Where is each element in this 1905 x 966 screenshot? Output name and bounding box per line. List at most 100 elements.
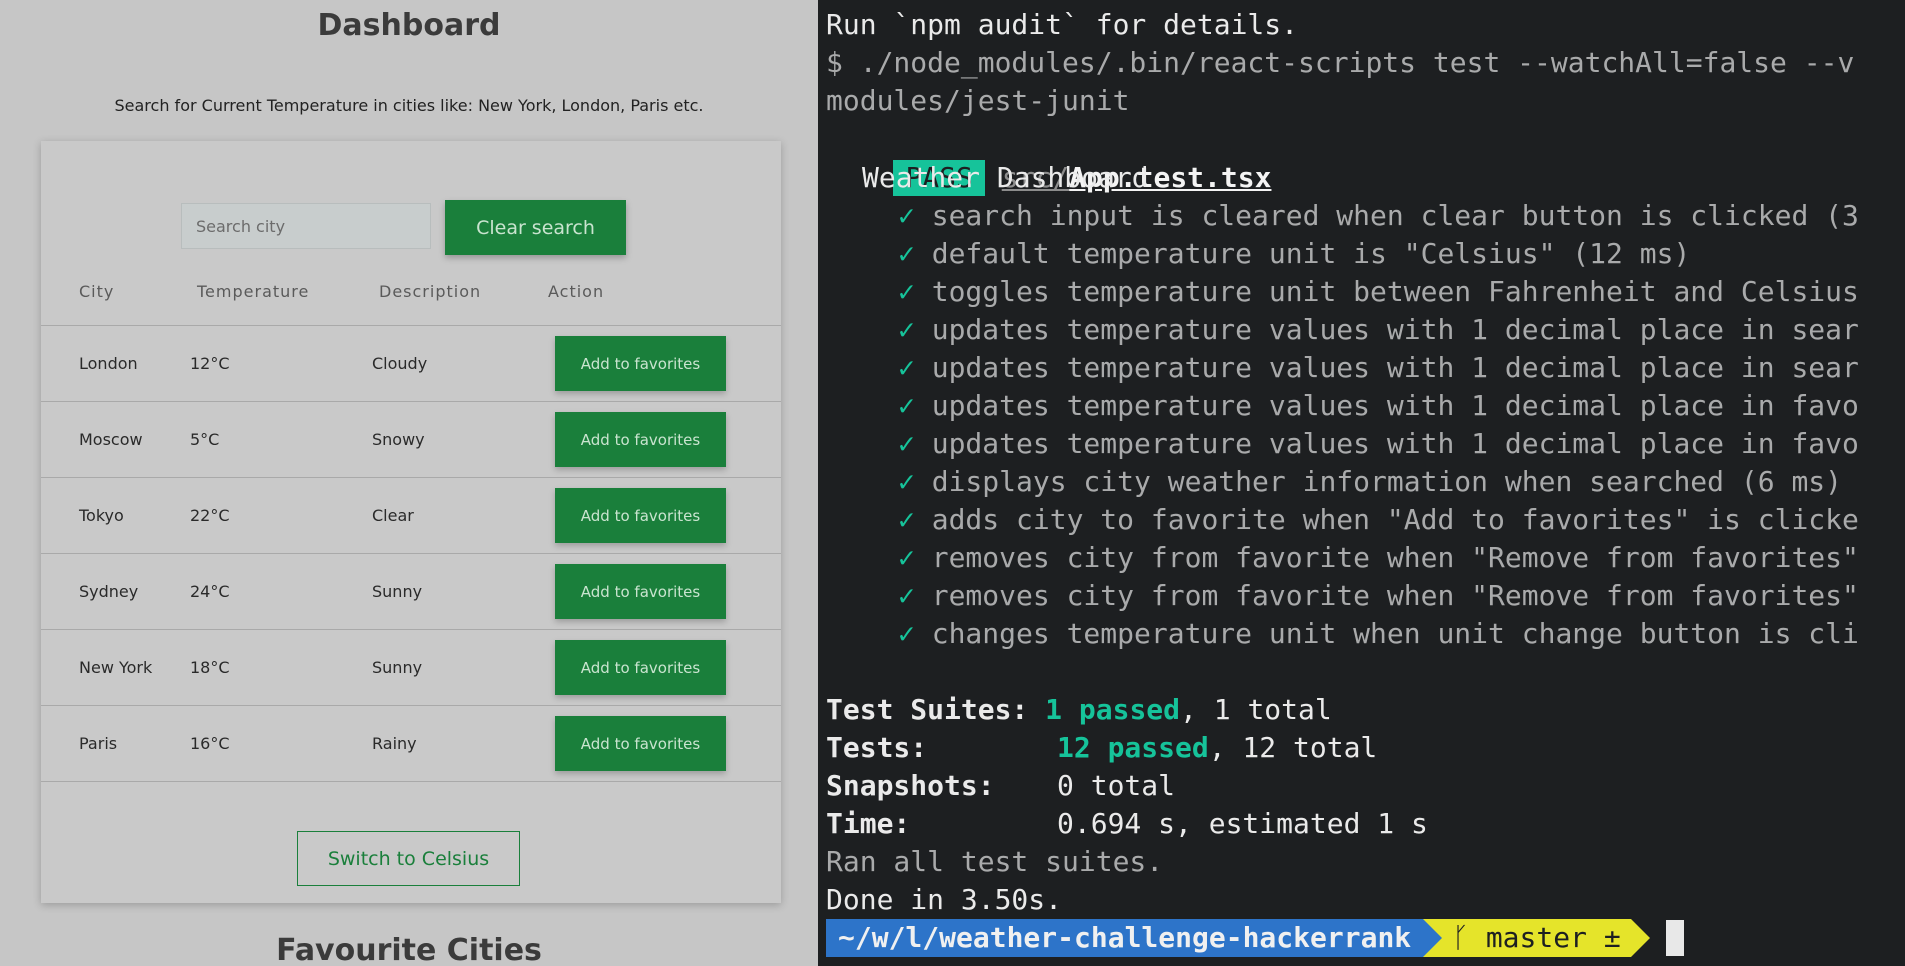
test-result-line: ✓ updates temperature values with 1 deci… (898, 387, 1859, 425)
temperature-cell: 5°C (190, 430, 220, 449)
test-result-line: ✓ updates temperature values with 1 deci… (898, 349, 1859, 387)
city-cell: Moscow (79, 430, 143, 449)
summary-label: Time: (826, 807, 911, 840)
header-description: Description (379, 282, 482, 301)
city-cell: London (79, 354, 138, 373)
description-cell: Rainy (372, 734, 417, 753)
prompt-end-icon (1630, 919, 1650, 957)
test-name: removes city from favorite when "Remove … (931, 541, 1859, 574)
test-result-line: ✓ search input is cleared when clear but… (898, 197, 1859, 235)
temperature-cell: 24°C (190, 582, 230, 601)
test-name: updates temperature values with 1 decima… (931, 351, 1859, 384)
check-icon: ✓ (898, 541, 915, 574)
summary-label: Tests: (826, 731, 928, 764)
add-to-favorites-button[interactable]: Add to favorites (555, 488, 726, 543)
favourite-cities-heading: Favourite Cities (276, 933, 542, 966)
add-to-favorites-button[interactable]: Add to favorites (555, 412, 726, 467)
suite-name: Weather Dashboard (862, 161, 1149, 194)
done-line: Done in 3.50s. (826, 883, 1063, 916)
summary-value: 0 total (1057, 769, 1176, 802)
table-row: Tokyo 22°C Clear Add to favorites (41, 478, 781, 554)
header-temperature: Temperature (197, 282, 310, 301)
test-name: adds city to favorite when "Add to favor… (931, 503, 1859, 536)
city-cell: Sydney (79, 582, 139, 601)
test-result-line: ✓ removes city from favorite when "Remov… (898, 539, 1859, 577)
summary-passed: 1 passed (1045, 693, 1181, 726)
check-icon: ✓ (898, 389, 915, 422)
summary-tests: Tests: 12 passed, 12 total (826, 729, 1377, 767)
terminal-window[interactable]: Run `npm audit` for details. $ ./node_mo… (818, 0, 1905, 966)
terminal-cursor[interactable] (1665, 920, 1684, 956)
shell-prompt: ~/w/l/weather-challenge-hackerrank ᚴ mas… (826, 919, 1684, 957)
check-icon: ✓ (898, 579, 915, 612)
test-name: updates temperature values with 1 decima… (931, 389, 1859, 422)
add-to-favorites-button[interactable]: Add to favorites (555, 564, 726, 619)
test-result-line: ✓ removes city from favorite when "Remov… (898, 577, 1859, 615)
description-cell: Sunny (372, 582, 423, 601)
weather-table: City Temperature Description Action Lond… (41, 271, 781, 782)
prompt-separator-icon (1423, 919, 1443, 957)
temperature-cell: 12°C (190, 354, 230, 373)
terminal-command-wrap: modules/jest-junit (826, 84, 1130, 117)
add-to-favorites-button[interactable]: Add to favorites (555, 336, 726, 391)
table-row: Sydney 24°C Sunny Add to favorites (41, 554, 781, 630)
summary-passed: 12 passed (1057, 731, 1209, 764)
city-cell: Paris (79, 734, 118, 753)
table-row: Paris 16°C Rainy Add to favorites (41, 706, 781, 782)
weather-dashboard-app: Dashboard Search for Current Temperature… (0, 0, 818, 966)
check-icon: ✓ (898, 465, 915, 498)
temperature-cell: 16°C (190, 734, 230, 753)
terminal-command-line: $ ./node_modules/.bin/react-scripts test… (826, 46, 1855, 79)
header-city: City (79, 282, 115, 301)
test-result-line: ✓ updates temperature values with 1 deci… (898, 311, 1859, 349)
city-cell: New York (79, 658, 153, 677)
temperature-cell: 18°C (190, 658, 230, 677)
temperature-cell: 22°C (190, 506, 230, 525)
test-result-line: ✓ toggles temperature unit between Fahre… (898, 273, 1859, 311)
summary-label: Snapshots: (826, 769, 995, 802)
header-action: Action (548, 282, 605, 301)
test-name: changes temperature unit when unit chang… (931, 617, 1859, 650)
prompt-git-segment: ᚴ master ± (1442, 919, 1631, 957)
search-input[interactable] (181, 203, 431, 249)
check-icon: ✓ (898, 275, 915, 308)
ran-all-line: Ran all test suites. (826, 845, 1164, 878)
summary-total: , 1 total (1180, 693, 1332, 726)
check-icon: ✓ (898, 617, 915, 650)
test-name: toggles temperature unit between Fahrenh… (931, 275, 1859, 308)
git-branch-name: master ± (1485, 921, 1621, 954)
summary-time: Time: 0.694 s, estimated 1 s (826, 805, 1428, 843)
description-cell: Sunny (372, 658, 423, 677)
test-name: search input is cleared when clear butto… (931, 199, 1859, 232)
check-icon: ✓ (898, 427, 915, 460)
description-cell: Clear (372, 506, 414, 525)
test-name: displays city weather information when s… (931, 465, 1843, 498)
table-header: City Temperature Description Action (41, 271, 781, 326)
test-result-line: ✓ displays city weather information when… (898, 463, 1842, 501)
weather-card: Clear search City Temperature Descriptio… (41, 141, 781, 903)
test-result-line: ✓ changes temperature unit when unit cha… (898, 615, 1859, 653)
summary-total: , 12 total (1208, 731, 1378, 764)
table-row: London 12°C Cloudy Add to favorites (41, 326, 781, 402)
check-icon: ✓ (898, 237, 915, 270)
check-icon: ✓ (898, 199, 915, 232)
prompt-path: ~/w/l/weather-challenge-hackerrank (826, 919, 1424, 957)
test-name: removes city from favorite when "Remove … (931, 579, 1859, 612)
summary-value: 0.694 s, estimated 1 s (1057, 807, 1428, 840)
add-to-favorites-button[interactable]: Add to favorites (555, 640, 726, 695)
check-icon: ✓ (898, 503, 915, 536)
page-title: Dashboard (317, 8, 501, 43)
switch-unit-button[interactable]: Switch to Celsius (297, 831, 520, 886)
check-icon: ✓ (898, 313, 915, 346)
description-cell: Cloudy (372, 354, 428, 373)
clear-search-button[interactable]: Clear search (445, 200, 626, 255)
git-branch-icon: ᚴ (1452, 921, 1469, 954)
test-name: updates temperature values with 1 decima… (931, 427, 1859, 460)
table-row: New York 18°C Sunny Add to favorites (41, 630, 781, 706)
test-result-line: ✓ adds city to favorite when "Add to fav… (898, 501, 1859, 539)
test-result-line: ✓ updates temperature values with 1 deci… (898, 425, 1859, 463)
check-icon: ✓ (898, 351, 915, 384)
test-result-line: ✓ default temperature unit is "Celsius" … (898, 235, 1690, 273)
page-subtitle: Search for Current Temperature in cities… (114, 96, 704, 115)
add-to-favorites-button[interactable]: Add to favorites (555, 716, 726, 771)
